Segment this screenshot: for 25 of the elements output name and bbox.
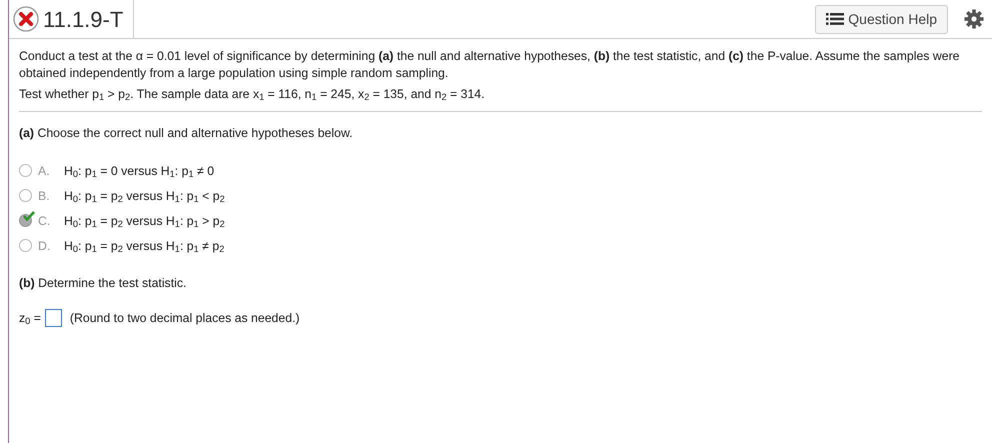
radio-button[interactable] <box>19 239 32 252</box>
check-icon <box>23 211 35 222</box>
radio-button[interactable] <box>19 214 32 228</box>
option-letter: B. <box>38 188 51 205</box>
option-text: H$_{0}$: p$_{1}$ = p$_{2}$ versus H$_{1}$: p$_{1}$ > p$_{2}$ <box>64 212 225 230</box>
part-b-prompt: (b) Determine the test statistic. <box>19 275 188 292</box>
part-a-prompt: (a) Choose the correct null and alternative hypotheses below. <box>19 125 354 142</box>
option-letter: A. <box>38 162 51 180</box>
option-letter: D. <box>38 238 52 255</box>
answer-label: z$_{0}$ = <box>19 310 41 328</box>
option-text: H$_{0}$: p$_{1}$ = p$_{2}$ versus H$_{1}$: p$_{1}$ ≠ p$_{2}$ <box>64 238 224 256</box>
question-title: 11.1.9-T <box>43 6 124 34</box>
radio-button[interactable] <box>19 164 32 178</box>
option-text: H$_{0}$: p$_{1}$ = 0 versus H$_{1}$: p$_{1}$ ≠ 0 <box>64 162 214 180</box>
answer-box[interactable] <box>44 309 62 328</box>
incorrect-icon <box>13 6 39 32</box>
list-icon <box>826 13 844 25</box>
option-text: H$_{0}$: p$_{1}$ = p$_{2}$ versus H$_{1}$: p$_{1}$ < p$_{2}$ <box>64 188 225 206</box>
question-help-button[interactable]: Question Help <box>815 4 948 34</box>
radio-button[interactable] <box>19 189 32 202</box>
answer-hint: (Round to two decimal places as needed.) <box>70 310 300 327</box>
option-letter: C. <box>38 212 52 230</box>
question-text: Test whether p$_{1}$ > p$_{2}$. The sample data are x$_{1}$ = 116, n$_{1}$ = 245, x$_{2}$ = 135, and n$_{2}$ = 314. <box>19 86 486 103</box>
settings-icon[interactable] <box>964 9 984 29</box>
question-text: Conduct a test at the α = 0.01 level of significance by determining (a) the null and alternative hypotheses, (b) the test statistic, and (c) the P-value. Assume the samples were obtained independently from a large population using simple random sampling. <box>19 48 960 82</box>
